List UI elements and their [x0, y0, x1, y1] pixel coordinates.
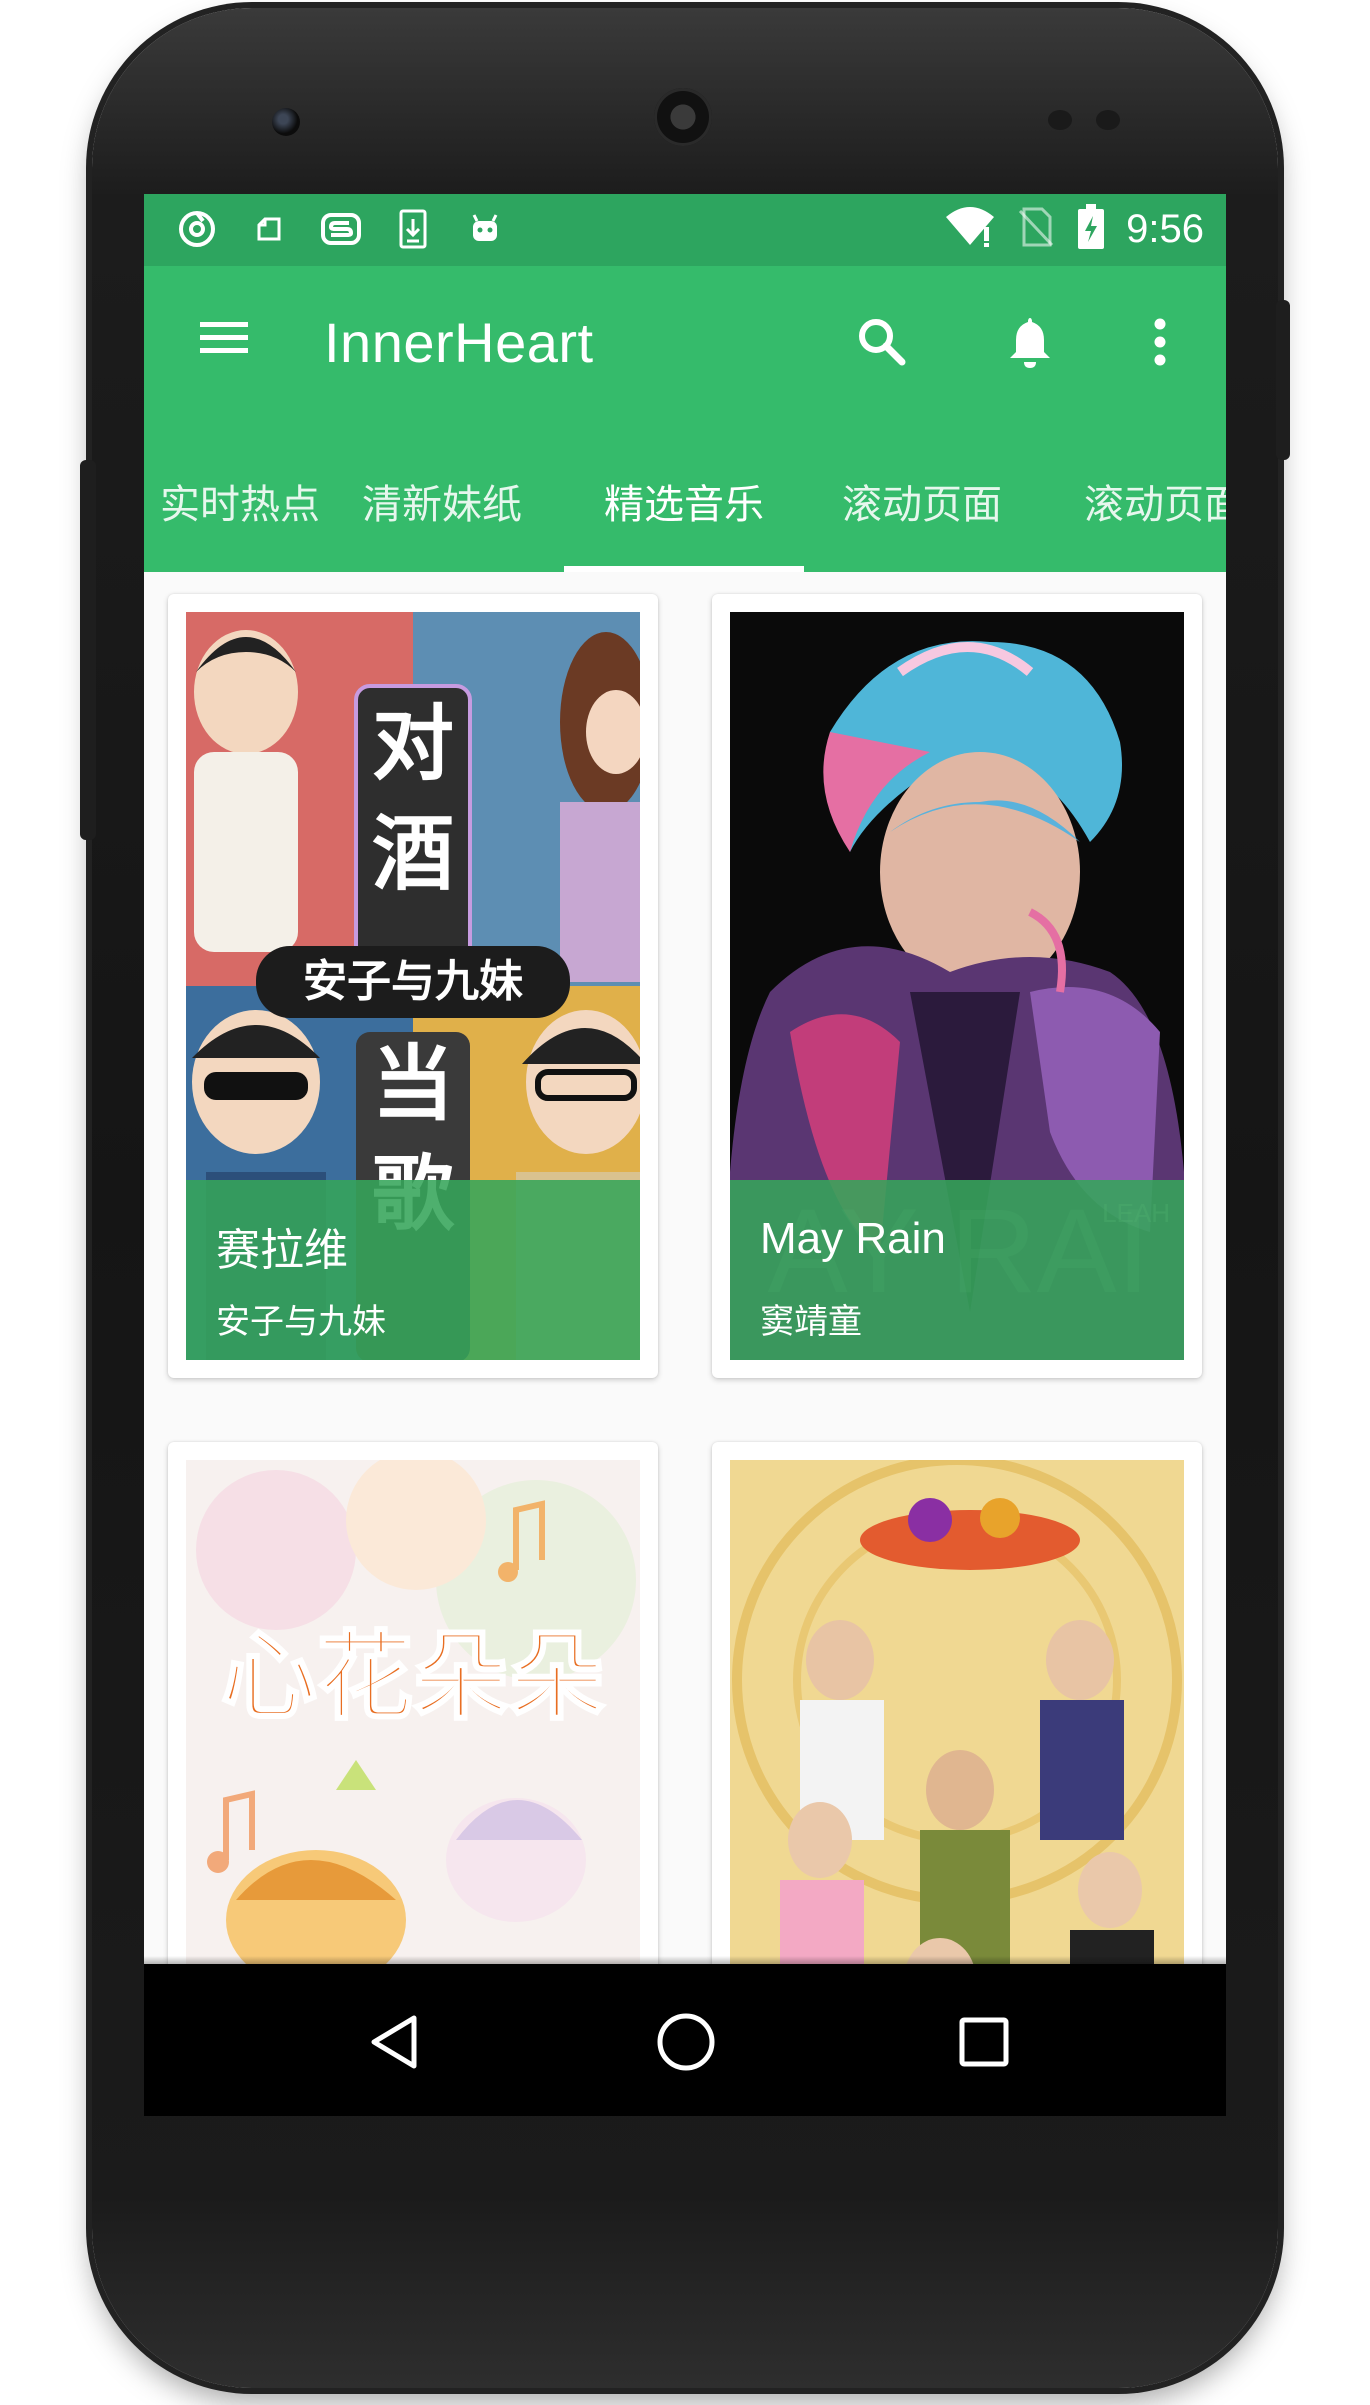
artist-name: 安子与九妹 — [216, 1302, 386, 1342]
svg-text:当: 当 — [372, 1037, 454, 1132]
back-icon[interactable] — [354, 2002, 434, 2082]
wifi-icon — [944, 205, 996, 253]
app-title: InnerHeart — [324, 311, 594, 374]
tab-scroll-page-2[interactable]: 滚动页面 — [1044, 430, 1226, 572]
music-grid: 对 酒 安子与九妹 当 歌 赛拉维 安子与九妹 — [144, 572, 1226, 2116]
android-icon — [462, 206, 508, 252]
tab-fresh-girls[interactable]: 清新妹纸 — [322, 430, 562, 572]
home-icon[interactable] — [646, 2002, 726, 2082]
song-title: 赛拉维 — [216, 1226, 348, 1275]
status-bar: 9:56 — [144, 194, 1226, 266]
netease-music-icon — [174, 206, 220, 252]
artist-name: 窦靖童 — [760, 1302, 862, 1342]
app-bar: InnerHeart — [144, 266, 1226, 430]
song-title: May Rain — [760, 1214, 946, 1263]
svg-text:安子与九妹: 安子与九妹 — [303, 956, 523, 1007]
battery-charging-icon — [1076, 204, 1106, 254]
no-sim-icon — [1016, 205, 1056, 253]
music-card[interactable]: 对 酒 安子与九妹 当 歌 赛拉维 安子与九妹 — [168, 594, 658, 1378]
more-icon[interactable] — [1128, 310, 1192, 374]
status-time: 9:56 — [1126, 206, 1204, 251]
volume-button — [80, 460, 96, 840]
navigation-bar — [144, 1964, 1226, 2116]
card-caption: 赛拉维 安子与九妹 — [186, 1180, 640, 1360]
menu-icon[interactable] — [192, 306, 256, 370]
power-button — [1276, 300, 1290, 460]
clipboard-icon — [246, 206, 292, 252]
recents-icon[interactable] — [944, 2002, 1024, 2082]
screen: 9:56 InnerHeart 实时热点 清新妹纸 精选音乐 滚动页面 滚动页面 — [144, 194, 1226, 2116]
earpiece-speaker — [654, 88, 712, 146]
tab-featured-music[interactable]: 精选音乐 — [564, 430, 804, 572]
card-caption: May Rain 窦靖童 — [730, 1180, 1184, 1360]
front-camera — [272, 108, 300, 136]
download-icon — [390, 206, 436, 252]
tab-scroll-page[interactable]: 滚动页面 — [802, 430, 1042, 572]
svg-text:酒: 酒 — [372, 807, 454, 902]
s-app-icon — [318, 206, 364, 252]
bell-icon[interactable] — [998, 310, 1062, 374]
proximity-sensor — [1048, 110, 1072, 130]
svg-text:心花朵朵: 心花朵朵 — [221, 1621, 605, 1733]
svg-text:对: 对 — [372, 697, 454, 792]
search-icon[interactable] — [850, 310, 914, 374]
light-sensor — [1096, 110, 1120, 130]
music-card[interactable]: AY RAI LEAH May Rain 窦靖童 — [712, 594, 1202, 1378]
tab-bar: 实时热点 清新妹纸 精选音乐 滚动页面 滚动页面 — [144, 430, 1226, 572]
